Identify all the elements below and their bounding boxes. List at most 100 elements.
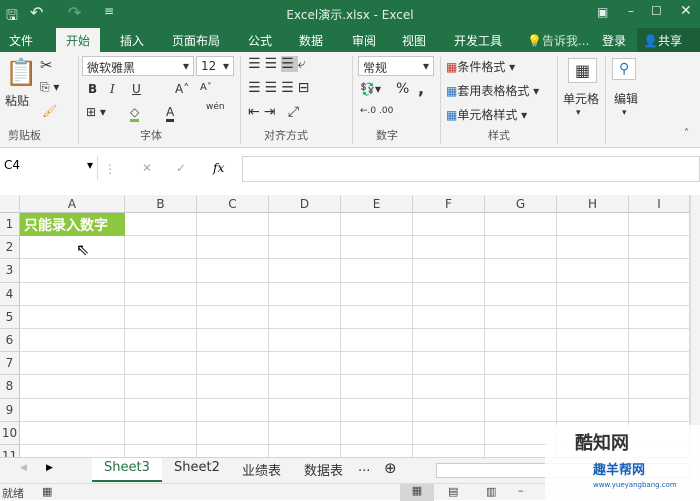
row-header-7[interactable]: 7	[0, 352, 20, 376]
italic-button[interactable]: I	[110, 82, 115, 96]
insert-function-button[interactable]: fx	[213, 161, 224, 175]
indent-icons[interactable]: ⇤⇥ ⤢	[248, 104, 303, 120]
fill-color-icon[interactable]: ◇	[130, 105, 140, 122]
row-header-1[interactable]: 1	[0, 213, 20, 237]
tab-file[interactable]: 文件	[9, 32, 33, 49]
tab-data[interactable]: 数据	[299, 32, 323, 49]
borders-icon[interactable]: ⊞ ▾	[86, 105, 106, 119]
editing-button[interactable]: 编辑	[614, 90, 638, 107]
window-title: Excel演示.xlsx - Excel	[286, 8, 414, 22]
more-sheets-button[interactable]: ...	[358, 460, 370, 475]
tab-review[interactable]: 审阅	[352, 32, 376, 49]
enter-icon[interactable]: ✓	[176, 161, 186, 175]
sheet-tab-performance[interactable]: 业绩表	[242, 460, 281, 479]
search-icon[interactable]: ⚲	[612, 58, 637, 80]
group-clipboard: 剪贴板	[8, 129, 41, 142]
row-header-5[interactable]: 5	[0, 305, 20, 329]
tell-me-search[interactable]: 💡告诉我...	[527, 32, 589, 49]
row-header-8[interactable]: 8	[0, 375, 20, 399]
vertical-align-icons[interactable]: ☰☰☰⤶	[248, 56, 310, 72]
row-header-4[interactable]: 4	[0, 282, 20, 306]
group-number: 数字	[376, 129, 398, 142]
minimize-icon[interactable]: –	[628, 4, 634, 18]
name-box[interactable]: C4 ▾	[0, 156, 98, 180]
page-break-view-icon[interactable]: ▥	[486, 485, 496, 498]
cells-button[interactable]: 单元格	[563, 90, 599, 107]
cells-icon[interactable]: ▦	[568, 58, 598, 83]
row-header-9[interactable]: 9	[0, 398, 20, 422]
column-header-F[interactable]: F	[413, 195, 485, 213]
tab-developer[interactable]: 开发工具	[454, 32, 502, 49]
tell-me-label: 告诉我...	[541, 34, 590, 48]
normal-view-icon[interactable]: ▦	[400, 484, 434, 501]
column-header-I[interactable]: I	[629, 195, 690, 213]
conditional-format-button[interactable]: ▦条件格式 ▾	[446, 58, 515, 75]
lightbulb-icon: 💡	[527, 34, 542, 48]
number-format-select[interactable]: 常规 ▾	[358, 56, 434, 76]
decimal-icons[interactable]: ←.0 .00	[360, 106, 393, 116]
table-format-button[interactable]: ▦套用表格格式 ▾	[446, 82, 539, 99]
font-name-select[interactable]: 微软雅黑 ▾	[82, 56, 194, 76]
column-header-G[interactable]: G	[485, 195, 557, 213]
tab-home[interactable]: 开始	[56, 28, 101, 52]
row-header-3[interactable]: 3	[0, 259, 20, 283]
underline-button[interactable]: U	[132, 82, 141, 96]
page-layout-view-icon[interactable]: ▤	[448, 485, 458, 498]
watermark: 酷知网 趣羊帮网 www.yueyangbang.com	[545, 425, 700, 500]
select-all-corner[interactable]	[0, 195, 20, 213]
column-header-H[interactable]: H	[557, 195, 629, 213]
scroll-left-icon[interactable]: ◀	[20, 463, 27, 473]
maximize-icon[interactable]: ☐	[651, 4, 662, 18]
column-header-C[interactable]: C	[197, 195, 269, 213]
worksheet-grid[interactable]: A B C D E F G H I 1 2 3 4 5 6 7 8 9 10 11 只能录入数字 ⇖	[0, 195, 690, 469]
tab-page-layout[interactable]: 页面布局	[172, 32, 220, 49]
column-header-A[interactable]: A	[20, 195, 125, 213]
paste-icon[interactable]: 📋	[5, 58, 37, 88]
decrease-font-icon[interactable]: A˅	[200, 82, 212, 93]
ribbon: 📋 粘贴 ✂ ⎘ ▾ 🖌 剪贴板 微软雅黑 ▾ 12 ▾ B I U A˄ A˅ ⊞…	[0, 52, 700, 148]
ribbon-tabs: 文件 开始 插入 页面布局 公式 数据 审阅 视图 开发工具 💡告诉我... 登…	[0, 28, 700, 52]
macro-record-icon[interactable]: ▦	[42, 485, 52, 498]
collapse-ribbon-icon[interactable]: ˄	[684, 128, 689, 139]
row-header-2[interactable]: 2	[0, 236, 20, 260]
column-header-D[interactable]: D	[269, 195, 341, 213]
ribbon-options-icon[interactable]: ▣	[597, 5, 608, 19]
tab-insert[interactable]: 插入	[120, 32, 144, 49]
scroll-right-icon[interactable]: ▶	[46, 463, 53, 473]
sheet-tab-data[interactable]: 数据表	[304, 460, 343, 479]
increase-font-icon[interactable]: A˄	[175, 82, 189, 96]
share-button[interactable]: 👤共享	[637, 28, 700, 52]
cond-format-icon: ▦	[446, 60, 458, 74]
tab-view[interactable]: 视图	[402, 32, 426, 49]
phonetic-button[interactable]: wén	[206, 102, 225, 112]
column-header-B[interactable]: B	[125, 195, 197, 213]
vertical-scrollbar[interactable]	[690, 195, 700, 457]
font-size-select[interactable]: 12 ▾	[196, 56, 234, 76]
comma-button[interactable]: ,	[418, 79, 424, 98]
tab-formulas[interactable]: 公式	[248, 32, 272, 49]
sheet-tab-sheet3[interactable]: Sheet3	[92, 458, 162, 482]
horizontal-align-icons[interactable]: ☰☰☰⊟	[248, 80, 313, 96]
share-label: 共享	[657, 34, 682, 48]
cell-style-button[interactable]: ▦单元格样式 ▾	[446, 106, 527, 123]
paste-button[interactable]: 粘贴	[5, 92, 29, 109]
currency-icon[interactable]: 💱▾	[360, 82, 381, 96]
formula-bar: C4 ▾ ⋮ ✕ ✓ fx	[0, 148, 700, 190]
row-header-10[interactable]: 10	[0, 421, 20, 445]
sheet-tab-sheet2[interactable]: Sheet2	[174, 460, 220, 475]
format-painter-icon[interactable]: 🖌	[42, 104, 57, 118]
row-header-6[interactable]: 6	[0, 329, 20, 353]
cell-style-icon: ▦	[446, 108, 458, 122]
cell-A1[interactable]: 只能录入数字	[20, 213, 125, 237]
login-button[interactable]: 登录	[602, 32, 626, 49]
cut-icon[interactable]: ✂	[40, 56, 53, 74]
close-icon[interactable]: ✕	[680, 3, 692, 19]
bold-button[interactable]: B	[88, 82, 97, 96]
font-color-button[interactable]: A	[166, 105, 175, 122]
formula-input[interactable]	[242, 156, 700, 182]
add-sheet-icon[interactable]: ⊕	[384, 459, 397, 477]
column-header-E[interactable]: E	[341, 195, 413, 213]
percent-button[interactable]: %	[396, 81, 409, 97]
cancel-icon[interactable]: ✕	[142, 161, 152, 175]
copy-icon[interactable]: ⎘ ▾	[40, 80, 59, 95]
